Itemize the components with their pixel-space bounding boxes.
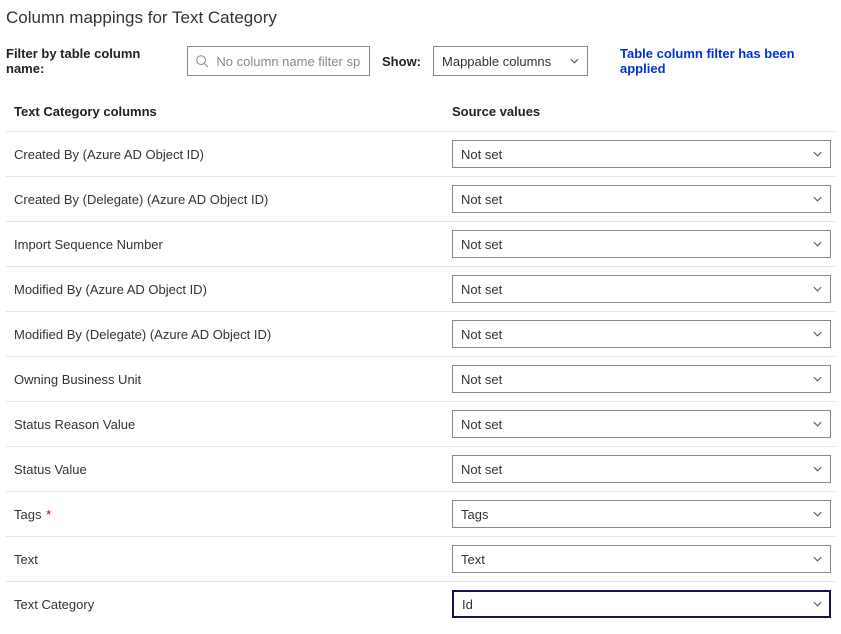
- page-title: Column mappings for Text Category: [6, 8, 835, 28]
- filter-input[interactable]: [187, 46, 370, 76]
- row-label: Modified By (Delegate) (Azure AD Object …: [10, 327, 452, 342]
- filter-bar: Filter by table column name: Show: Mappa…: [6, 46, 835, 76]
- row-select-wrap: Not set: [452, 455, 831, 483]
- row-select-wrap: Tags: [452, 500, 831, 528]
- row-label-text: Text Category: [14, 597, 94, 612]
- row-label: Created By (Delegate) (Azure AD Object I…: [10, 192, 452, 207]
- source-value-select[interactable]: Not set: [452, 320, 831, 348]
- table-row: Status Value Not set: [6, 446, 835, 491]
- row-label-text: Created By (Azure AD Object ID): [14, 147, 204, 162]
- source-value-select[interactable]: Not set: [452, 365, 831, 393]
- search-input-wrap: [187, 46, 370, 76]
- row-label-text: Text: [14, 552, 38, 567]
- row-label: Owning Business Unit: [10, 372, 452, 387]
- row-label: Status Reason Value: [10, 417, 452, 432]
- row-select-wrap: Text: [452, 545, 831, 573]
- source-value-select[interactable]: Not set: [452, 455, 831, 483]
- source-value-select[interactable]: Not set: [452, 410, 831, 438]
- row-label-text: Owning Business Unit: [14, 372, 141, 387]
- row-label-text: Import Sequence Number: [14, 237, 163, 252]
- table-row: Created By (Delegate) (Azure AD Object I…: [6, 176, 835, 221]
- header-right: Source values: [452, 104, 831, 119]
- table-row: Created By (Azure AD Object ID) Not set: [6, 131, 835, 176]
- table-row: Modified By (Azure AD Object ID) Not set: [6, 266, 835, 311]
- show-label: Show:: [382, 54, 421, 69]
- source-value-select[interactable]: Tags: [452, 500, 831, 528]
- table-row: Text Category Id: [6, 581, 835, 626]
- row-select-wrap: Not set: [452, 140, 831, 168]
- row-select-wrap: Not set: [452, 185, 831, 213]
- row-label-text: Status Reason Value: [14, 417, 135, 432]
- source-value-select[interactable]: Id: [452, 590, 831, 618]
- source-value-select[interactable]: Text: [452, 545, 831, 573]
- header-left: Text Category columns: [10, 104, 452, 119]
- source-value-select[interactable]: Not set: [452, 185, 831, 213]
- row-select-wrap: Not set: [452, 320, 831, 348]
- row-label: Created By (Azure AD Object ID): [10, 147, 452, 162]
- source-value-select[interactable]: Not set: [452, 230, 831, 258]
- show-select-wrap: Mappable columns: [433, 46, 588, 76]
- row-select-wrap: Id: [452, 590, 831, 618]
- rows-container: Created By (Azure AD Object ID)Not setCr…: [6, 131, 835, 626]
- row-select-wrap: Not set: [452, 275, 831, 303]
- row-label: Tags *: [10, 507, 452, 522]
- source-value-select[interactable]: Not set: [452, 140, 831, 168]
- table-row: Owning Business Unit Not set: [6, 356, 835, 401]
- filter-label: Filter by table column name:: [6, 46, 175, 76]
- row-label-text: Tags: [14, 507, 41, 522]
- table-row: Modified By (Delegate) (Azure AD Object …: [6, 311, 835, 356]
- show-select[interactable]: Mappable columns: [433, 46, 588, 76]
- required-star-icon: *: [42, 507, 51, 522]
- row-select-wrap: Not set: [452, 230, 831, 258]
- row-label: Text Category: [10, 597, 452, 612]
- table-row: Status Reason Value Not set: [6, 401, 835, 446]
- row-label-text: Status Value: [14, 462, 87, 477]
- row-label: Status Value: [10, 462, 452, 477]
- table-row: Import Sequence Number Not set: [6, 221, 835, 266]
- row-select-wrap: Not set: [452, 365, 831, 393]
- row-label: Import Sequence Number: [10, 237, 452, 252]
- filter-applied-message: Table column filter has been applied: [620, 46, 835, 76]
- row-select-wrap: Not set: [452, 410, 831, 438]
- table-row: Text Text: [6, 536, 835, 581]
- row-label-text: Modified By (Delegate) (Azure AD Object …: [14, 327, 271, 342]
- row-label: Modified By (Azure AD Object ID): [10, 282, 452, 297]
- source-value-select[interactable]: Not set: [452, 275, 831, 303]
- table-row: Tags *Tags: [6, 491, 835, 536]
- row-label: Text: [10, 552, 452, 567]
- row-label-text: Created By (Delegate) (Azure AD Object I…: [14, 192, 268, 207]
- table-headers: Text Category columns Source values: [6, 96, 835, 131]
- row-label-text: Modified By (Azure AD Object ID): [14, 282, 207, 297]
